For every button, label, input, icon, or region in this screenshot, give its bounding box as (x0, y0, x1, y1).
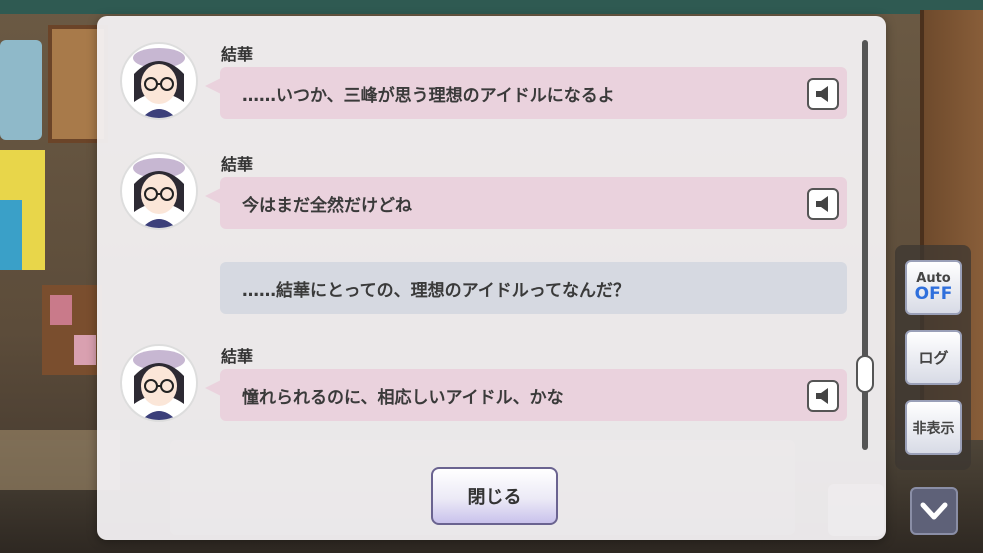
speaker-icon (816, 388, 828, 404)
voice-replay-button[interactable] (807, 380, 839, 412)
speaker-icon (816, 86, 828, 102)
avatar (120, 42, 198, 120)
wall-poster-small (0, 200, 22, 270)
speaker-icon (816, 196, 828, 212)
advance-button[interactable] (910, 487, 958, 535)
auto-state: OFF (914, 284, 953, 304)
log-message: 憧れられるのに、相応しいアイドル、かな (220, 369, 847, 421)
hide-label: 非表示 (912, 420, 955, 437)
character-portrait (133, 48, 185, 118)
character-portrait (133, 158, 185, 228)
log-message: 今はまだ全然だけどね (220, 177, 847, 229)
log-button[interactable]: ログ (905, 330, 962, 385)
bookshelf (42, 285, 102, 375)
avatar (120, 344, 198, 422)
avatar (120, 152, 198, 230)
close-log-button[interactable]: 閉じる (431, 467, 558, 525)
speaker-name: 結華 (221, 347, 254, 366)
log-message: ……いつか、三峰が思う理想のアイドルになるよ (220, 67, 847, 119)
bubble-tail (205, 380, 221, 396)
bubble-tail (205, 78, 221, 94)
chevron-down-icon (920, 502, 948, 520)
speaker-name: 結華 (221, 45, 254, 64)
voice-replay-button[interactable] (807, 78, 839, 110)
log-scrollbar-thumb[interactable] (856, 355, 874, 393)
hide-ui-button[interactable]: 非表示 (905, 400, 962, 455)
shelf-item (50, 295, 72, 325)
top-strip (0, 0, 983, 14)
speaker-name: 結華 (221, 155, 254, 174)
character-portrait (133, 350, 185, 420)
log-label: ログ (918, 349, 949, 367)
log-message-producer: ……結華にとっての、理想のアイドルってなんだ？ (220, 262, 847, 314)
shelf-item (74, 335, 96, 365)
voice-replay-button[interactable] (807, 188, 839, 220)
bubble-tail (205, 188, 221, 204)
hanging-jacket (0, 40, 42, 140)
auto-toggle-button[interactable]: Auto OFF (905, 260, 962, 315)
